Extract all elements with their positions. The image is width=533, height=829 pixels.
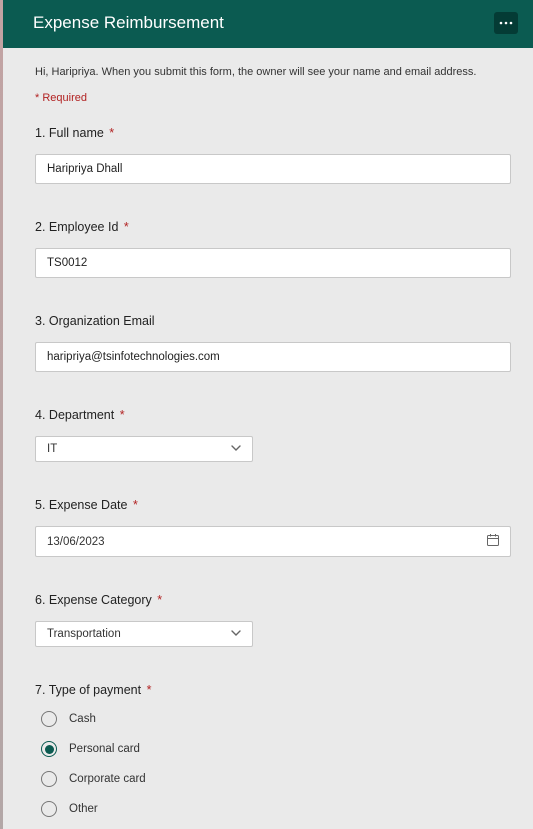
payment-type-option-label: Personal card: [69, 743, 140, 755]
expense-category-select-value: Transportation: [47, 628, 121, 640]
question-department: 4. Department * IT: [35, 408, 511, 462]
payment-type-option-label: Other: [69, 803, 98, 815]
payment-type-option[interactable]: Cash: [41, 711, 511, 727]
department-select-value: IT: [47, 443, 57, 455]
chevron-down-icon: [230, 628, 242, 640]
question-expense-date: 5. Expense Date * 13/06/2023: [35, 498, 511, 557]
question-org-email: 3. Organization Email: [35, 314, 511, 372]
payment-type-option-label: Cash: [69, 713, 96, 725]
chevron-down-icon: [230, 443, 242, 455]
payment-type-option-label: Corporate card: [69, 773, 146, 785]
form-header: Expense Reimbursement: [3, 0, 533, 48]
payment-type-option[interactable]: Other: [41, 801, 511, 817]
payment-type-option[interactable]: Corporate card: [41, 771, 511, 787]
calendar-icon[interactable]: [476, 527, 510, 556]
more-icon: [499, 21, 513, 25]
department-select[interactable]: IT: [35, 436, 253, 462]
expense-category-select[interactable]: Transportation: [35, 621, 253, 647]
question-expense-category: 6. Expense Category * Transportation: [35, 593, 511, 647]
intro-text: Hi, Haripriya. When you submit this form…: [35, 66, 511, 78]
expense-date-value: 13/06/2023: [36, 528, 476, 556]
required-note: Required: [35, 92, 511, 104]
question-payment-type: 7. Type of payment * CashPersonal cardCo…: [35, 683, 511, 817]
expense-date-input[interactable]: 13/06/2023: [35, 526, 511, 557]
radio-icon: [41, 711, 57, 727]
radio-icon: [41, 801, 57, 817]
payment-type-option[interactable]: Personal card: [41, 741, 511, 757]
more-options-button[interactable]: [494, 12, 518, 34]
question-employee-id: 2. Employee Id *: [35, 220, 511, 278]
question-fullname: 1. Full name *: [35, 126, 511, 184]
radio-icon: [41, 771, 57, 787]
radio-icon: [41, 741, 57, 757]
fullname-input[interactable]: [35, 154, 511, 184]
employee-id-input[interactable]: [35, 248, 511, 278]
org-email-input[interactable]: [35, 342, 511, 372]
form-title: Expense Reimbursement: [33, 13, 224, 33]
